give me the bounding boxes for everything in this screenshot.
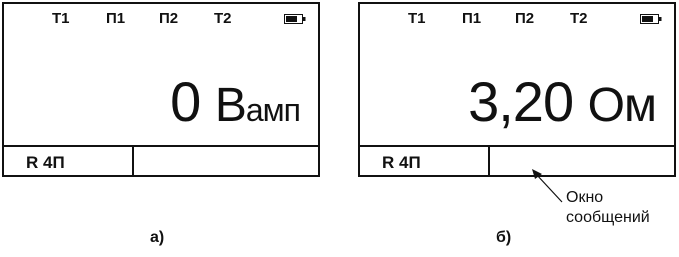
caption-b: б) [496,229,512,246]
display-screen-b: Т1 П1 П2 Т2 3,20 Ом R 4П [358,2,676,177]
value-unit: Ом [587,79,657,132]
message-window-divider [488,147,490,175]
indicator-p1: П1 [462,10,482,27]
mode-label: R 4П [382,153,421,172]
measurement-value: 3,20 Ом [468,74,657,138]
display-screen-a: Т1 П1 П2 Т2 0 Вамп R 4П [2,2,320,177]
message-window-divider [132,147,134,175]
status-bar: Т1 П1 П2 Т2 [360,10,674,28]
value-unit: В [214,79,247,132]
indicator-p2: П2 [159,10,179,27]
value-unit-suffix: амп [245,92,301,128]
value-number: 0 [170,70,201,133]
indicator-t2: Т2 [570,10,588,27]
battery-icon [640,14,662,24]
indicator-p1: П1 [106,10,126,27]
measurement-value: 0 Вамп [170,74,301,138]
callout-label-line1: Окно [566,189,604,206]
value-number: 3,20 [468,70,574,133]
indicator-t1: Т1 [52,10,70,27]
indicator-p2: П2 [515,10,535,27]
indicator-t2: Т2 [214,10,232,27]
mode-label: R 4П [26,153,65,172]
status-bar: Т1 П1 П2 Т2 [4,10,318,28]
bottom-divider [4,145,318,147]
caption-a: а) [150,229,165,246]
bottom-divider [360,145,674,147]
callout-label-line2: сообщений [566,209,650,226]
indicator-t1: Т1 [408,10,426,27]
battery-icon [284,14,306,24]
